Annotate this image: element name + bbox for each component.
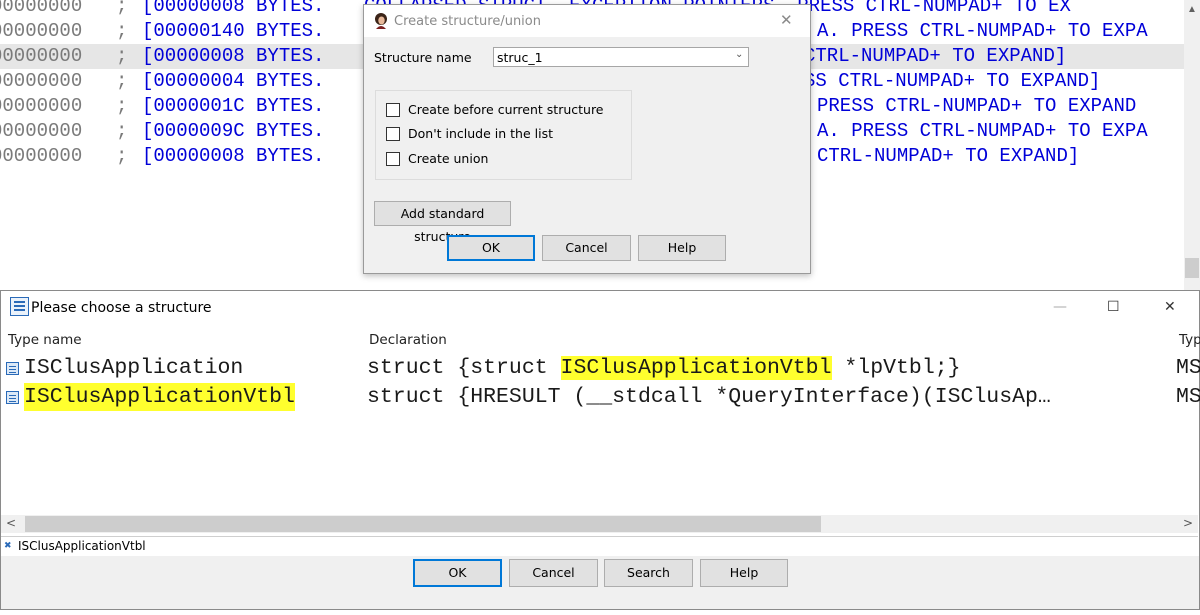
filter-icon: ✖ [4,541,12,551]
type-cell: MS [1176,385,1200,409]
ida-app-icon [375,13,387,29]
listing-comment: [00000008 BYTES. [142,0,325,17]
listing-vertical-scrollbar[interactable]: ▲ [1184,0,1200,290]
listing-comment-tail: CTRL-NUMPAD+ TO EXPAND] [817,145,1080,167]
listing-semicolon: ; [116,45,128,67]
dialog-titlebar[interactable]: Create structure/union ✕ [364,5,810,37]
scrollbar-thumb[interactable] [1185,258,1199,278]
listing-address: 00000000 [0,20,83,42]
filter-value[interactable]: ISClusApplicationVtbl [18,539,146,553]
dialog-title: Create structure/union [394,14,541,29]
listing-semicolon: ; [116,20,128,42]
listing-semicolon: ; [116,120,128,142]
table-row[interactable]: ISClusApplication struct {struct ISClusA… [1,354,1200,382]
choose-structure-window: Please choose a structure — ☐ ✕ Type nam… [0,290,1200,610]
add-standard-structure-button[interactable]: Add standard structure [374,201,511,244]
listing-comment: [00000008 BYTES. [142,145,325,167]
struct-icon [6,362,19,375]
dont-include-checkbox[interactable] [386,127,400,141]
listing-comment-tail: SS CTRL-NUMPAD+ TO EXPAND] [804,70,1101,92]
cancel-button[interactable]: Cancel [509,559,598,587]
help-button[interactable]: Help [638,235,726,261]
listing-comment-tail: PRESS CTRL-NUMPAD+ TO EXPAND [817,95,1137,117]
quick-filter-bar[interactable]: ✖ ISClusApplicationVtbl [1,536,1198,557]
listing-address: 00000000 [0,0,83,17]
listing-comment: [00000008 BYTES. [142,45,325,67]
listing-address: 00000000 [0,95,83,117]
column-header-declaration[interactable]: Declaration [369,332,447,348]
button-bar: OK Cancel Search Help [1,556,1199,609]
window-titlebar[interactable]: Please choose a structure — ☐ ✕ [1,291,1199,324]
column-header-type-name[interactable]: Type name [8,332,82,348]
cancel-button[interactable]: Cancel [542,235,631,261]
listing-semicolon: ; [116,70,128,92]
maximize-icon[interactable]: ☐ [1107,299,1120,315]
close-icon[interactable]: ✕ [780,11,793,29]
type-name-cell: ISClusApplication [24,356,244,380]
declaration-cell: struct {HRESULT (__stdcall *QueryInterfa… [367,385,1051,409]
listing-comment: [00000140 BYTES. [142,20,325,42]
create-before-label[interactable]: Create before current structure [408,102,604,117]
listing-comment-tail: A. PRESS CTRL-NUMPAD+ TO EXPA [817,20,1148,42]
options-group: Create before current structure Don't in… [375,90,632,180]
listing-comment: [00000004 BYTES. [142,70,325,92]
ok-button[interactable]: OK [413,559,502,587]
listing-comment-tail: A. PRESS CTRL-NUMPAD+ TO EXPA [817,120,1148,142]
scroll-right-arrow-icon[interactable]: > [1183,516,1193,530]
listing-address: 00000000 [0,45,83,67]
listing-address: 00000000 [0,70,83,92]
create-before-checkbox[interactable] [386,103,400,117]
listing-address: 00000000 [0,120,83,142]
struct-icon [6,391,19,404]
structure-name-value: struc_1 [497,50,543,65]
dont-include-label[interactable]: Don't include in the list [408,126,553,141]
listing-semicolon: ; [116,145,128,167]
listing-semicolon: ; [116,95,128,117]
listing-semicolon: ; [116,0,128,17]
type-cell: MS [1176,356,1200,380]
declaration-cell: struct {struct ISClusApplicationVtbl *lp… [367,356,961,380]
listing-comment-tail: CTRL-NUMPAD+ TO EXPAND] [804,45,1067,67]
minimize-icon[interactable]: — [1053,299,1067,315]
create-union-label[interactable]: Create union [408,151,488,166]
scroll-up-arrow-icon[interactable]: ▲ [1187,4,1197,15]
help-button[interactable]: Help [700,559,788,587]
scrollbar-thumb[interactable] [25,516,821,532]
list-window-icon [10,297,29,316]
column-header-type[interactable]: Typ [1179,332,1200,348]
structure-name-label: Structure name [374,50,472,65]
structure-name-combobox[interactable]: struc_1 ⌄ [493,47,749,67]
type-name-cell: ISClusApplicationVtbl [24,383,295,411]
search-button[interactable]: Search [604,559,693,587]
close-icon[interactable]: ✕ [1164,299,1176,315]
scroll-left-arrow-icon[interactable]: < [6,516,16,530]
horizontal-scrollbar[interactable]: < > [1,515,1198,533]
listing-address: 00000000 [0,145,83,167]
table-row[interactable]: ISClusApplicationVtbl struct {HRESULT (_… [1,383,1200,411]
create-union-checkbox[interactable] [386,152,400,166]
listing-comment: [0000009C BYTES. [142,120,325,142]
window-title: Please choose a structure [31,300,212,316]
ok-button[interactable]: OK [447,235,535,261]
search-highlight: ISClusApplicationVtbl [560,356,832,380]
listing-comment: [0000001C BYTES. [142,95,325,117]
chevron-down-icon[interactable]: ⌄ [735,49,743,60]
create-structure-dialog: Create structure/union ✕ Structure name … [363,4,811,274]
